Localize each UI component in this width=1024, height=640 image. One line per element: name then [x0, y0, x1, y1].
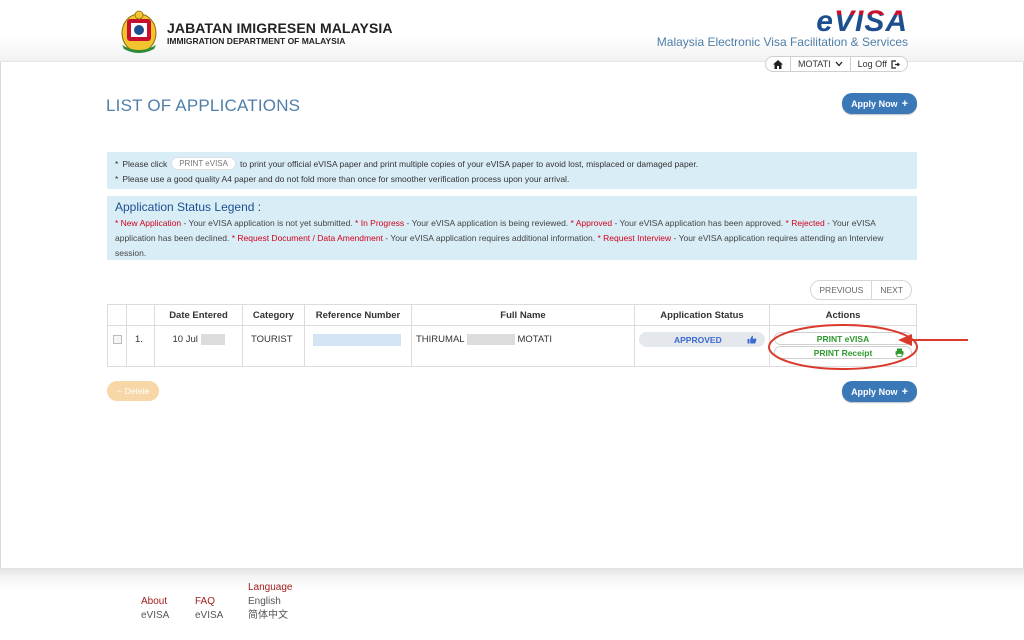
- footer-faq-sub[interactable]: eVISA: [195, 609, 223, 623]
- apply-now-label: Apply Now: [851, 386, 898, 397]
- delete-button[interactable]: − Delete: [107, 381, 159, 401]
- header-date-entered: Date Entered: [154, 304, 243, 326]
- footer-faq-link[interactable]: FAQ: [195, 595, 223, 609]
- printer-icon: [895, 348, 904, 357]
- user-menu[interactable]: MOTATI: [791, 57, 851, 71]
- site-header: JABATAN IMIGRESEN MALAYSIA IMMIGRATION D…: [0, 0, 1024, 72]
- row-category: TOURIST: [242, 325, 305, 367]
- header-full-name: Full Name: [411, 304, 635, 326]
- bullet-icon: *: [115, 173, 119, 184]
- print-evisa-label: PRINT eVISA: [816, 333, 870, 344]
- instruction-line-1: * Please click PRINT eVISA to print your…: [115, 156, 909, 171]
- legend-approved-label: * Approved: [570, 218, 613, 228]
- top-nav: MOTATI Log Off: [764, 56, 908, 72]
- legend-approved-desc: - Your eVISA application has been approv…: [612, 218, 786, 228]
- header-application-status: Application Status: [634, 304, 770, 326]
- footer-faq: FAQ eVISA: [195, 595, 223, 623]
- table-header-row: Date Entered Category Reference Number F…: [107, 304, 917, 326]
- coat-of-arms-logo: [121, 10, 157, 53]
- site-footer: About eVISA FAQ eVISA Language English 简…: [0, 568, 1024, 640]
- evisa-logo: eVISA: [816, 5, 908, 39]
- delete-label: Delete: [124, 386, 150, 396]
- next-page-button[interactable]: NEXT: [872, 281, 911, 299]
- row-name-first: THIRUMAL: [416, 334, 465, 346]
- footer-about-link[interactable]: About: [141, 595, 169, 609]
- logo-visa: VISA: [833, 5, 908, 38]
- row-date: 10 Jul: [172, 334, 198, 346]
- footer-lang-chinese[interactable]: 简体中文: [248, 609, 293, 623]
- row-full-name-cell: THIRUMAL MOTATI: [411, 325, 635, 367]
- legend-text: * New Application - Your eVISA applicati…: [115, 216, 909, 261]
- legend-rejected-label: * Rejected: [785, 218, 825, 228]
- footer-lang-english[interactable]: English: [248, 595, 293, 609]
- print-instructions-box: * Please click PRINT eVISA to print your…: [107, 152, 917, 189]
- thumbs-up-icon: [747, 335, 757, 344]
- bullet-icon: *: [115, 158, 119, 169]
- legend-new-desc: - Your eVISA application is not yet subm…: [181, 218, 356, 228]
- header-select: [107, 304, 127, 326]
- header-actions: Actions: [769, 304, 917, 326]
- tagline: Malaysia Electronic Visa Facilitation & …: [656, 35, 908, 49]
- table-row: 1. 10 Jul TOURIST THIRUMAL MOTATI APPROV…: [107, 325, 917, 367]
- logoff-label: Log Off: [857, 59, 887, 69]
- instruction-2-text: Please use a good quality A4 paper and d…: [122, 173, 570, 184]
- previous-page-button[interactable]: PREVIOUS: [811, 281, 873, 299]
- logout-icon: [891, 59, 900, 69]
- instruction-1-suffix: to print your official eVISA paper and p…: [239, 158, 699, 169]
- plus-icon: +: [901, 97, 908, 110]
- legend-new-label: * New Application: [115, 218, 182, 228]
- pagination: PREVIOUS NEXT: [810, 280, 912, 300]
- page-title: LIST OF APPLICATIONS: [106, 96, 301, 115]
- print-evisa-inline-pill: PRINT eVISA: [171, 157, 236, 170]
- redacted-name: [466, 334, 515, 345]
- row-date-cell: 10 Jul: [154, 325, 243, 367]
- instruction-1-prefix: Please click: [122, 158, 168, 169]
- row-name-last: MOTATI: [517, 334, 552, 346]
- header-number: [126, 304, 155, 326]
- status-text: APPROVED: [674, 334, 722, 345]
- legend-request-interview-label: * Request Interview: [597, 233, 672, 243]
- legend-request-doc-label: * Request Document / Data Amendment: [231, 233, 383, 243]
- plus-icon: +: [901, 385, 908, 398]
- legend-request-doc-desc: - Your eVISA application requires additi…: [382, 233, 598, 243]
- actions-group: PRINT eVISA PRINT Receipt: [770, 332, 916, 359]
- header-reference-number: Reference Number: [304, 304, 412, 326]
- row-select-cell: [107, 325, 127, 367]
- print-receipt-label: PRINT Receipt: [813, 347, 873, 358]
- chevron-down-icon: [835, 61, 843, 67]
- home-button[interactable]: [766, 57, 791, 71]
- redacted-reference-number[interactable]: [313, 334, 401, 346]
- header-category: Category: [242, 304, 305, 326]
- footer-language-heading: Language: [248, 582, 293, 593]
- redacted-year: [200, 334, 225, 345]
- legend-progress-desc: - Your eVISA application is being review…: [404, 218, 571, 228]
- user-name: MOTATI: [797, 59, 831, 69]
- apply-now-button[interactable]: Apply Now +: [842, 93, 917, 114]
- instruction-line-2: * Please use a good quality A4 paper and…: [115, 171, 909, 186]
- status-badge: APPROVED: [639, 332, 765, 347]
- apply-now-label: Apply Now: [851, 98, 898, 109]
- row-status-cell: APPROVED: [634, 325, 770, 367]
- applications-table: Date Entered Category Reference Number F…: [107, 304, 917, 367]
- minus-icon: −: [116, 386, 122, 396]
- footer-about: About eVISA: [141, 595, 169, 623]
- row-actions-cell: PRINT eVISA PRINT Receipt: [769, 325, 917, 367]
- status-legend-box: Application Status Legend : * New Applic…: [107, 196, 917, 260]
- home-icon: [772, 59, 783, 69]
- row-reference-cell: [304, 325, 412, 367]
- agency-name-english: IMMIGRATION DEPARTMENT OF MALAYSIA: [167, 36, 346, 46]
- row-checkbox[interactable]: [112, 335, 122, 344]
- apply-now-button-bottom[interactable]: Apply Now +: [842, 381, 917, 402]
- logo-e: e: [816, 5, 834, 38]
- print-receipt-button[interactable]: PRINT Receipt: [774, 346, 912, 359]
- footer-about-sub[interactable]: eVISA: [141, 609, 169, 623]
- legend-progress-label: * In Progress: [355, 218, 405, 228]
- legend-title: Application Status Legend :: [115, 200, 262, 214]
- print-evisa-button[interactable]: PRINT eVISA: [774, 332, 912, 345]
- logoff-button[interactable]: Log Off: [851, 57, 907, 71]
- footer-language: Language English 简体中文: [248, 581, 293, 623]
- agency-name: JABATAN IMIGRESEN MALAYSIA: [167, 20, 393, 36]
- row-number: 1.: [126, 325, 155, 367]
